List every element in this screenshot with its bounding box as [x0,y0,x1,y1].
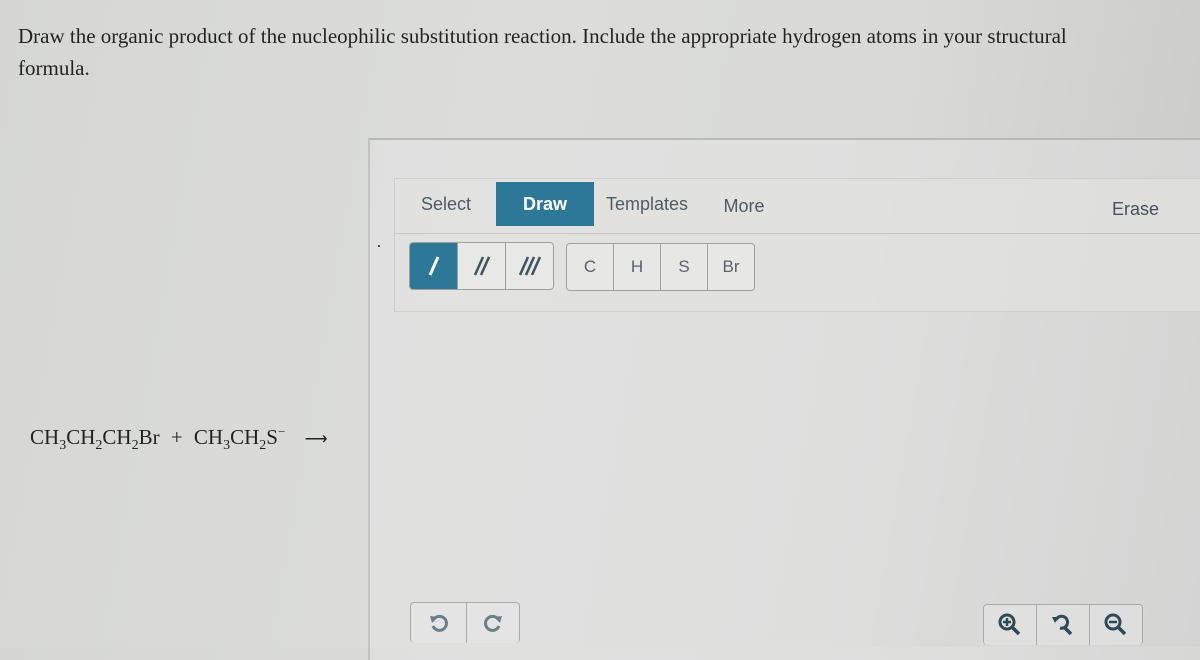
zoom-out-button[interactable] [1090,605,1142,645]
reaction-arrow: ⟶ [304,431,328,448]
atom-button-group: C H S Br [566,243,755,291]
zoom-in-button[interactable] [984,605,1037,645]
double-bond-button[interactable] [458,243,506,289]
zoom-reset-icon [1052,614,1073,636]
undo-icon [429,614,448,632]
tab-draw[interactable]: Draw [496,182,594,226]
plus-sign: + [170,425,183,449]
subscript: 2 [131,438,139,453]
bond-button-group [409,242,554,290]
reactant-1: CH3CH2CH2Br [30,425,160,453]
single-bond-icon [428,256,439,276]
formula-atom-group: CH [66,425,96,449]
copyright-strip: © Macmillan Learning [0,0,12,230]
atom-h-button[interactable]: H [614,244,661,290]
charge-superscript: − [277,424,286,439]
reactant-2: CH3CH2S− [193,424,286,453]
formula-atom-group: CH [230,425,260,449]
zoom-in-icon [998,613,1021,636]
history-button-group [410,602,520,643]
triple-bond-icon [518,256,541,276]
redo-button[interactable] [467,603,519,643]
atom-br-button[interactable]: Br [708,244,754,290]
zoom-out-icon [1104,613,1127,636]
erase-button[interactable]: Erase [1112,187,1159,231]
triple-bond-button[interactable] [506,243,553,289]
formula-atom-group: Br [138,425,160,449]
canvas-cursor-dot [378,245,380,247]
zoom-button-group [983,604,1143,645]
formula-atom-group: CH [193,425,224,449]
single-bond-button[interactable] [410,243,458,289]
redo-icon [484,614,502,632]
formula-atom-group: CH [102,425,132,449]
formula-atom-group: CH [30,425,60,449]
toolbar-tab-row: Select Draw Templates More Erase [395,179,1200,234]
question-prompt: Draw the organic product of the nucleoph… [18,24,1067,80]
zoom-reset-button[interactable] [1037,605,1090,645]
atom-c-button[interactable]: C [567,244,614,290]
reaction-equation: CH3CH2CH2Br + CH3CH2S− ⟶ [30,424,328,454]
tab-more[interactable]: More [715,184,773,228]
editor-toolbar: Select Draw Templates More Erase C H S B… [394,178,1200,312]
tab-select[interactable]: Select [409,182,483,226]
formula-atom-group: S [266,425,278,449]
atom-s-button[interactable]: S [661,244,708,290]
double-bond-icon [473,256,490,276]
tab-templates[interactable]: Templates [599,182,695,226]
undo-button[interactable] [411,603,467,643]
